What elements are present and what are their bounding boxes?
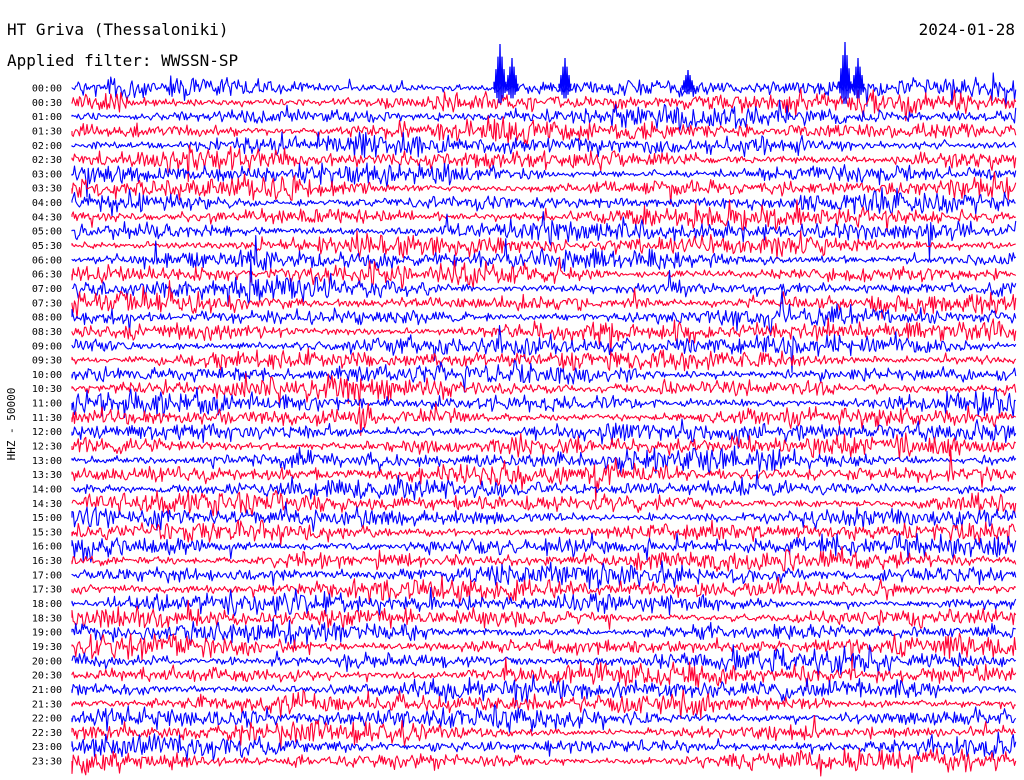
seismic-trace-row <box>71 731 1017 762</box>
row-time-label: 12:30 <box>32 442 62 453</box>
row-time-label: 05:30 <box>32 241 62 252</box>
row-time-label: 07:00 <box>32 284 62 295</box>
event-spike <box>505 57 519 99</box>
row-time-label: 13:30 <box>32 470 62 481</box>
event-spike <box>558 57 572 99</box>
row-time-label: 04:00 <box>32 198 62 209</box>
seismic-trace-row <box>71 211 1017 260</box>
seismic-trace-row <box>71 230 1016 260</box>
row-time-label: 15:30 <box>32 527 62 538</box>
row-time-label: 06:00 <box>32 255 62 266</box>
seismic-trace-row <box>71 560 1017 590</box>
row-time-label: 18:00 <box>32 599 62 610</box>
seismic-trace-row <box>71 290 1017 337</box>
row-time-label: 14:00 <box>32 484 62 495</box>
row-time-label: 16:00 <box>32 542 62 553</box>
seismic-trace-row <box>71 674 1017 707</box>
row-time-label: 02:30 <box>32 155 62 166</box>
row-time-label: 08:30 <box>32 327 62 338</box>
row-time-label: 13:00 <box>32 456 62 467</box>
event-spike <box>838 41 852 104</box>
row-time-label: 21:30 <box>32 699 62 710</box>
row-time-label: 22:30 <box>32 728 62 739</box>
row-time-label: 00:00 <box>32 84 62 95</box>
seismic-trace-row <box>71 234 1017 272</box>
row-time-label: 19:00 <box>32 628 62 639</box>
row-time-label: 21:00 <box>32 685 62 696</box>
seismic-trace-row <box>71 575 1017 604</box>
seismic-trace-row <box>71 187 1016 217</box>
row-time-label: 04:30 <box>32 212 62 223</box>
row-time-label: 23:30 <box>32 757 62 768</box>
row-time-label: 01:30 <box>32 126 62 137</box>
row-time-label: 09:00 <box>32 341 62 352</box>
row-time-label: 08:00 <box>32 313 62 324</box>
row-time-label: 20:00 <box>32 656 62 667</box>
row-time-label: 23:00 <box>32 742 62 753</box>
row-time-label: 12:00 <box>32 427 62 438</box>
row-time-label: 17:00 <box>32 570 62 581</box>
row-time-label: 15:00 <box>32 513 62 524</box>
row-time-label: 22:00 <box>32 714 62 725</box>
row-time-label: 18:30 <box>32 613 62 624</box>
row-time-label: 20:30 <box>32 671 62 682</box>
row-time-label: 16:30 <box>32 556 62 567</box>
row-time-label: 03:00 <box>32 169 62 180</box>
row-time-label: 00:30 <box>32 98 62 109</box>
row-time-label: 01:00 <box>32 112 62 123</box>
row-time-label: 09:30 <box>32 356 62 367</box>
seismic-trace-row <box>71 115 1017 146</box>
seismic-trace-row <box>71 545 1017 572</box>
row-time-label: 10:30 <box>32 384 62 395</box>
row-time-label: 11:30 <box>32 413 62 424</box>
row-time-label: 10:00 <box>32 370 62 381</box>
seismic-trace-row <box>71 258 1017 307</box>
row-time-label: 17:30 <box>32 585 62 596</box>
row-time-label: 07:30 <box>32 298 62 309</box>
row-time-label: 03:30 <box>32 184 62 195</box>
row-time-label: 06:30 <box>32 270 62 281</box>
row-time-label: 02:00 <box>32 141 62 152</box>
row-time-label: 14:30 <box>32 499 62 510</box>
row-time-label: 05:00 <box>32 227 62 238</box>
event-spike <box>493 43 507 104</box>
row-time-label: 11:00 <box>32 399 62 410</box>
seismic-trace-row <box>71 347 1017 372</box>
helicorder-page: HT Griva (Thessaloniki) 2024-01-28 Appli… <box>0 0 1024 780</box>
row-time-label: 19:30 <box>32 642 62 653</box>
seismic-trace-row <box>71 418 1017 449</box>
seismogram-plot: 00:00 00:30 01:00 01:30 02:00 02:30 03:00 03:30… <box>32 41 1017 777</box>
seismic-trace-row <box>71 689 1016 719</box>
seismic-trace-row <box>71 747 1017 777</box>
